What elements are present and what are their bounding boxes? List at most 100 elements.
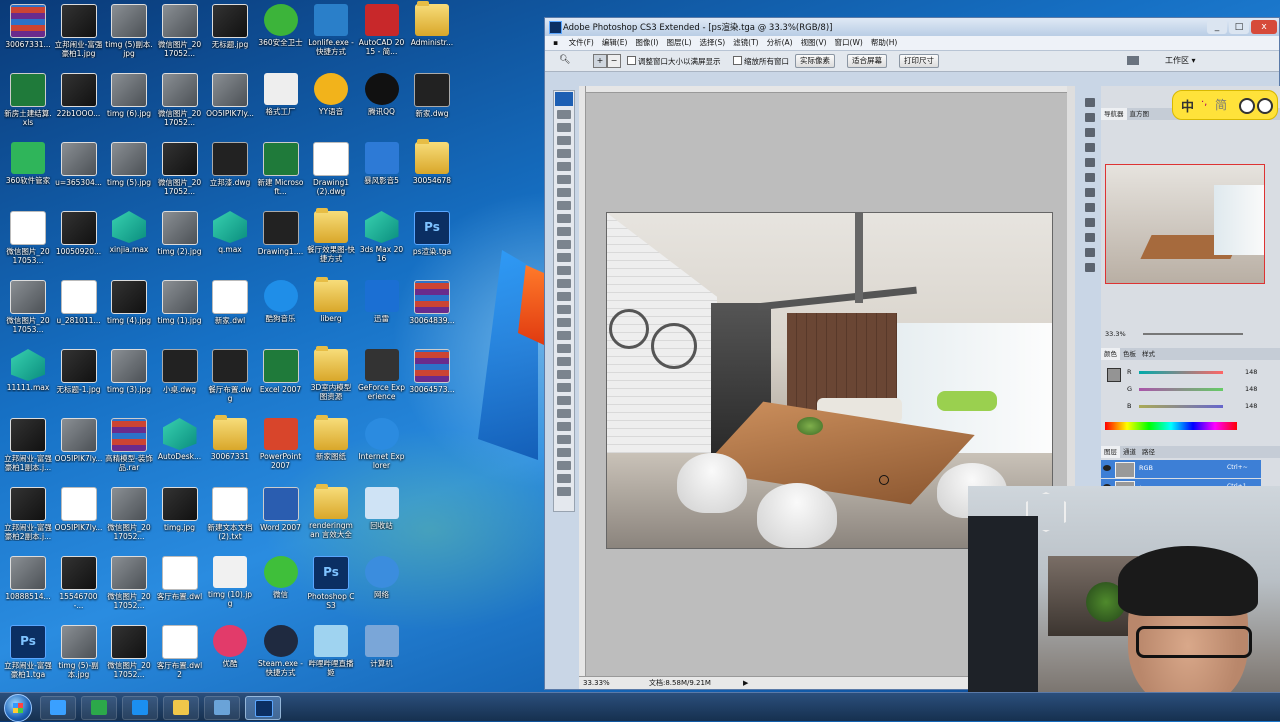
foreground-color-swatch[interactable] bbox=[1107, 368, 1121, 382]
panel-tab[interactable]: 通道 bbox=[1120, 446, 1139, 458]
menu-item[interactable]: 图层(L) bbox=[662, 36, 695, 50]
desktop-icon[interactable]: xinjia.max bbox=[105, 209, 153, 277]
tool-icon[interactable] bbox=[557, 357, 571, 366]
tool-icon[interactable] bbox=[557, 461, 571, 470]
ime-eye-icon[interactable] bbox=[1257, 98, 1273, 114]
panel-shortcut-icon[interactable] bbox=[1085, 158, 1095, 167]
desktop-icon[interactable]: 优酷 bbox=[206, 623, 254, 691]
window-titlebar[interactable]: Adobe Photoshop CS3 Extended - [ps渲染.tga… bbox=[545, 18, 1279, 36]
desktop-icon[interactable]: 10050920... bbox=[55, 209, 103, 277]
ime-punct-mode[interactable]: ·, bbox=[1201, 97, 1207, 108]
desktop-icon[interactable]: 30067331... bbox=[4, 2, 52, 70]
desktop-icon[interactable]: Drawing1.... bbox=[257, 209, 305, 277]
panel-tab[interactable]: 路径 bbox=[1139, 446, 1158, 458]
desktop-icon[interactable]: 哔哩哔哩直播姬 bbox=[307, 623, 355, 691]
status-menu-arrow-icon[interactable]: ▶ bbox=[743, 677, 748, 689]
desktop-icon[interactable]: 3D室内模型图资源 bbox=[307, 346, 355, 415]
ime-simplified-mode[interactable]: 简 bbox=[1215, 96, 1227, 113]
desktop-icon[interactable]: Steam.exe - 快捷方式 bbox=[257, 623, 305, 691]
desktop-icon[interactable]: liberg bbox=[307, 277, 355, 346]
desktop-icon[interactable]: timg (5)-副本.jpg bbox=[55, 623, 103, 691]
fit-screen-button[interactable]: 适合屏幕 bbox=[847, 54, 887, 68]
desktop-icon[interactable]: 微信图片_2017052... bbox=[105, 623, 153, 691]
desktop-icon[interactable]: timg (3).jpg bbox=[105, 347, 153, 415]
b-value[interactable]: 148 bbox=[1245, 402, 1257, 410]
desktop-icon[interactable]: OO5IPIK7ly... bbox=[55, 485, 103, 553]
taskbar-xunlei-button[interactable] bbox=[122, 696, 158, 720]
panel-tab[interactable]: 图层 bbox=[1101, 446, 1120, 458]
desktop-icon[interactable]: timg (10).jpg bbox=[206, 554, 254, 622]
tool-icon[interactable] bbox=[557, 409, 571, 418]
brush-palette-icon[interactable] bbox=[1127, 56, 1139, 65]
desktop-icon[interactable]: Lonlife.exe - 快捷方式 bbox=[307, 2, 355, 70]
desktop-icon[interactable]: 网络 bbox=[358, 554, 406, 622]
desktop-icon[interactable]: 15546700-... bbox=[55, 554, 103, 622]
desktop-icon[interactable]: 客厅布置.dwl2 bbox=[156, 623, 204, 691]
desktop-icon[interactable]: 微信 bbox=[257, 554, 305, 622]
desktop-icon[interactable]: Internet Explorer bbox=[358, 416, 406, 484]
ime-eye-icon[interactable] bbox=[1239, 98, 1255, 114]
panel-shortcut-icon[interactable] bbox=[1085, 173, 1095, 182]
desktop-icon[interactable]: 微信图片_2017052... bbox=[156, 140, 204, 208]
desktop-icon[interactable]: 暴风影音5 bbox=[358, 140, 406, 208]
tool-icon[interactable] bbox=[557, 305, 571, 314]
desktop-icon[interactable]: Ps ps渲染.tga bbox=[408, 209, 456, 277]
tool-icon[interactable] bbox=[557, 266, 571, 275]
taskbar-photoshop-button[interactable] bbox=[245, 696, 281, 720]
tool-icon[interactable] bbox=[557, 318, 571, 327]
fit-window-checkbox[interactable]: 调整窗口大小以满屏显示 bbox=[627, 56, 721, 67]
panel-shortcut-icon[interactable] bbox=[1085, 218, 1095, 227]
tool-icon[interactable] bbox=[557, 214, 571, 223]
desktop-icon[interactable]: 新建 Microsoft... bbox=[257, 140, 305, 208]
desktop-icon[interactable]: 立邦闹业-富强豪柏2副本.j... bbox=[4, 485, 52, 553]
tool-icon[interactable] bbox=[557, 448, 571, 457]
menu-item[interactable]: 帮助(H) bbox=[867, 36, 902, 50]
ime-chinese-mode[interactable]: 中 bbox=[1181, 96, 1194, 115]
desktop-icon[interactable]: 立邦漆.dwg bbox=[206, 140, 254, 208]
doc-size-readout[interactable]: 文档:8.58M/9.21M bbox=[649, 677, 711, 689]
visibility-eye-icon[interactable] bbox=[1103, 465, 1111, 471]
desktop-icon[interactable]: timg (1).jpg bbox=[156, 278, 204, 346]
menu-item[interactable]: 图像(I) bbox=[631, 36, 662, 50]
zoom-all-checkbox[interactable]: 缩放所有窗口 bbox=[733, 56, 789, 67]
panel-tab[interactable]: 色板 bbox=[1120, 348, 1139, 360]
navigator-preview[interactable] bbox=[1105, 164, 1265, 284]
desktop-icon[interactable]: 10888514... bbox=[4, 554, 52, 622]
desktop-icon[interactable]: timg (2).jpg bbox=[156, 209, 204, 277]
print-size-button[interactable]: 打印尺寸 bbox=[899, 54, 939, 68]
desktop-icon[interactable]: renderingman 言效大全 bbox=[307, 484, 355, 553]
workspace-menu[interactable]: 工作区 ▾ bbox=[1165, 55, 1196, 66]
desktop-icon[interactable]: 微信图片_2017052... bbox=[105, 554, 153, 622]
desktop-icon[interactable]: 客厅布置.dwl bbox=[156, 554, 204, 622]
taskbar-360-browser-button[interactable] bbox=[81, 696, 117, 720]
desktop-icon[interactable]: timg.jpg bbox=[156, 485, 204, 553]
menu-item[interactable]: 分析(A) bbox=[763, 36, 797, 50]
desktop-icon[interactable]: Drawing1 (2).dwg bbox=[307, 140, 355, 208]
tool-icon[interactable] bbox=[557, 279, 571, 288]
tool-icon[interactable] bbox=[557, 227, 571, 236]
desktop-icon[interactable]: 酷狗音乐 bbox=[257, 278, 305, 346]
desktop-icon[interactable]: 计算机 bbox=[358, 623, 406, 691]
panel-shortcut-icon[interactable] bbox=[1085, 143, 1095, 152]
r-slider[interactable] bbox=[1139, 371, 1223, 374]
tool-icon[interactable] bbox=[557, 201, 571, 210]
desktop-icon[interactable]: 迅雷 bbox=[358, 278, 406, 346]
desktop-icon[interactable]: Ps Photoshop CS3 bbox=[307, 554, 355, 622]
desktop-icon[interactable]: 新家.dwg bbox=[408, 71, 456, 139]
panel-shortcut-icon[interactable] bbox=[1085, 203, 1095, 212]
desktop-icon[interactable]: 回收站 bbox=[358, 485, 406, 553]
desktop-icon[interactable]: 餐厅效果图-快捷方式 bbox=[307, 208, 355, 277]
tool-icon[interactable] bbox=[557, 175, 571, 184]
desktop-icon[interactable]: 无标题-1.jpg bbox=[55, 347, 103, 415]
g-slider[interactable] bbox=[1139, 388, 1223, 391]
desktop-icon[interactable]: 30064573... bbox=[408, 347, 456, 415]
desktop-icon[interactable]: 30067331 bbox=[206, 415, 254, 484]
actual-pixels-button[interactable]: 实际像素 bbox=[795, 54, 835, 68]
panel-tab[interactable]: 直方图 bbox=[1127, 108, 1153, 120]
panel-tab[interactable]: 颜色 bbox=[1101, 348, 1120, 360]
ime-toolbar[interactable]: 中 ·, 简 bbox=[1172, 90, 1278, 120]
close-button[interactable]: x bbox=[1251, 20, 1277, 34]
minimize-button[interactable]: _ bbox=[1207, 20, 1227, 34]
r-value[interactable]: 148 bbox=[1245, 368, 1257, 376]
navigator-zoom-readout[interactable]: 33.3% bbox=[1105, 330, 1126, 338]
